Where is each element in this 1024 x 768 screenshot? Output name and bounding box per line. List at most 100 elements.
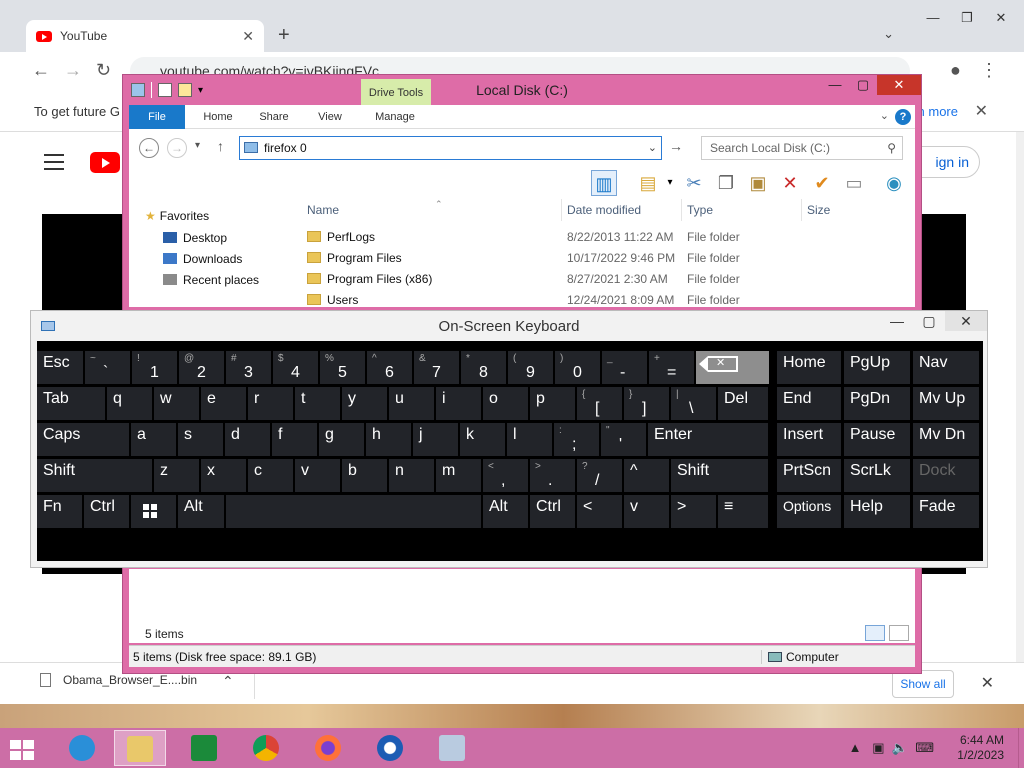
key-dock[interactable]: Dock xyxy=(913,459,979,492)
key-symbol[interactable]: ? / xyxy=(577,459,622,492)
key-pgdn[interactable]: PgDn xyxy=(844,387,910,420)
key-windows[interactable] xyxy=(131,495,176,528)
back-icon[interactable]: ← xyxy=(32,60,50,81)
close-icon[interactable]: ✕ xyxy=(877,75,921,95)
key-symbol[interactable]: {[ xyxy=(577,387,622,420)
reload-icon[interactable]: ↻ xyxy=(96,60,111,81)
copy-icon[interactable]: ❐ xyxy=(713,170,739,196)
up-icon[interactable]: ↑ xyxy=(217,138,224,154)
key-del[interactable]: Del xyxy=(718,387,768,420)
download-bar-close-icon[interactable]: ✕ xyxy=(981,673,994,693)
key-options[interactable]: Options xyxy=(777,495,841,528)
key-symbol[interactable]: " ' xyxy=(601,423,646,456)
key-caps[interactable]: Caps xyxy=(37,423,129,456)
address-input[interactable]: firefox 0 ⌄ xyxy=(239,136,662,160)
key-v[interactable]: v xyxy=(295,459,340,492)
key-help[interactable]: Help xyxy=(844,495,910,528)
minimize-icon[interactable]: — xyxy=(881,311,913,331)
restore-icon[interactable]: ❐ xyxy=(950,8,984,28)
taskbar-store[interactable] xyxy=(178,730,230,766)
key-esc[interactable]: Esc xyxy=(37,351,83,384)
cut-icon[interactable]: ✂ xyxy=(681,170,707,196)
key-symbol[interactable]: >. xyxy=(530,459,575,492)
taskbar-obama-browser[interactable] xyxy=(364,730,416,766)
volume-icon[interactable]: 🔈 xyxy=(892,740,908,755)
key-s[interactable]: s xyxy=(178,423,223,456)
tab-view[interactable]: View xyxy=(305,105,355,129)
key-x[interactable]: x xyxy=(201,459,246,492)
new-tab-icon[interactable]: + xyxy=(278,24,290,47)
minimize-icon[interactable]: — xyxy=(821,75,849,95)
file-row[interactable]: Program Files (x86) 8/27/2021 2:30 AM Fi… xyxy=(299,269,915,290)
key-3[interactable]: #3 xyxy=(226,351,271,384)
key-fade[interactable]: Fade xyxy=(913,495,979,528)
taskbar-ie[interactable] xyxy=(56,730,108,766)
key-m[interactable]: m xyxy=(436,459,481,492)
key-symbol[interactable]: _ - xyxy=(602,351,647,384)
key-i[interactable]: i xyxy=(436,387,481,420)
key-j[interactable]: j xyxy=(413,423,458,456)
key-tab[interactable]: Tab xyxy=(37,387,105,420)
rename-icon[interactable]: ▭ xyxy=(841,170,867,196)
hamburger-menu-icon[interactable] xyxy=(44,154,64,175)
delete-icon[interactable]: ✕ xyxy=(777,170,803,196)
recent-locations-icon[interactable]: ▾ xyxy=(195,140,200,151)
minimize-icon[interactable]: — xyxy=(916,8,950,28)
details-view-icon[interactable] xyxy=(865,625,885,641)
key-pgup[interactable]: PgUp xyxy=(844,351,910,384)
tab-manage[interactable]: Manage xyxy=(363,105,427,129)
key-backspace[interactable] xyxy=(696,351,769,384)
key-h[interactable]: h xyxy=(366,423,411,456)
clock[interactable]: 6:44 AM 1/2/2023 xyxy=(957,733,1004,763)
infobar-learn-more-link[interactable]: n more xyxy=(918,104,958,119)
show-all-button[interactable]: Show all xyxy=(892,670,954,698)
taskbar-chrome[interactable] xyxy=(240,730,292,766)
key-mv-up[interactable]: Mv Up xyxy=(913,387,979,420)
key-enter[interactable]: Enter xyxy=(648,423,768,456)
forward-icon[interactable]: → xyxy=(64,60,82,81)
tray-expand-icon[interactable]: ▲ xyxy=(849,740,862,755)
globe-icon[interactable]: ◉ xyxy=(881,170,907,196)
search-input[interactable]: Search Local Disk (C:) ⚲ xyxy=(701,136,903,160)
key-9[interactable]: (9 xyxy=(508,351,553,384)
key-n[interactable]: n xyxy=(389,459,434,492)
column-size[interactable]: Size xyxy=(807,203,830,217)
preview-pane-icon[interactable]: ▥ xyxy=(591,170,617,196)
file-row[interactable]: Users 12/24/2021 8:09 AM File folder xyxy=(299,290,915,311)
key-mv-dn[interactable]: Mv Dn xyxy=(913,423,979,456)
key-symbol[interactable]: | \ xyxy=(671,387,716,420)
taskbar-firefox[interactable] xyxy=(302,730,354,766)
key-ctrl[interactable]: Ctrl xyxy=(530,495,575,528)
nav-desktop[interactable]: Desktop xyxy=(163,231,227,245)
key-d[interactable]: d xyxy=(225,423,270,456)
nav-downloads[interactable]: Downloads xyxy=(163,252,242,266)
forward-icon[interactable]: → xyxy=(167,138,187,158)
tab-home[interactable]: Home xyxy=(193,105,243,129)
help-icon[interactable]: ? xyxy=(895,109,911,125)
file-row[interactable]: Program Files 10/17/2022 9:46 PM File fo… xyxy=(299,248,915,269)
key-q[interactable]: q xyxy=(107,387,152,420)
key-b[interactable]: b xyxy=(342,459,387,492)
file-row[interactable]: PerfLogs 8/22/2013 11:22 AM File folder xyxy=(299,227,915,248)
key-ctrl[interactable]: Ctrl xyxy=(84,495,129,528)
key-1[interactable]: ! 1 xyxy=(132,351,177,384)
key-fn[interactable]: Fn xyxy=(37,495,82,528)
key-p[interactable]: p xyxy=(530,387,575,420)
key-2[interactable]: @2 xyxy=(179,351,224,384)
key-prtscn[interactable]: PrtScn xyxy=(777,459,841,492)
key-4[interactable]: $4 xyxy=(273,351,318,384)
column-name[interactable]: Name ⌃ xyxy=(307,199,443,217)
large-icons-view-icon[interactable] xyxy=(889,625,909,641)
network-icon[interactable]: ▣ xyxy=(872,740,884,755)
go-icon[interactable]: → xyxy=(669,138,683,154)
key-u[interactable]: u xyxy=(389,387,434,420)
key-scrlk[interactable]: ScrLk xyxy=(844,459,910,492)
key-o[interactable]: o xyxy=(483,387,528,420)
close-icon[interactable]: ✕ xyxy=(984,8,1018,28)
dropdown-icon[interactable]: ▾ xyxy=(657,170,683,196)
nav-favorites[interactable]: ★ Favorites xyxy=(145,209,209,223)
youtube-logo-icon[interactable] xyxy=(90,152,120,173)
key-c[interactable]: c xyxy=(248,459,293,492)
key-7[interactable]: & 7 xyxy=(414,351,459,384)
address-dropdown-icon[interactable]: ⌄ xyxy=(648,137,657,159)
